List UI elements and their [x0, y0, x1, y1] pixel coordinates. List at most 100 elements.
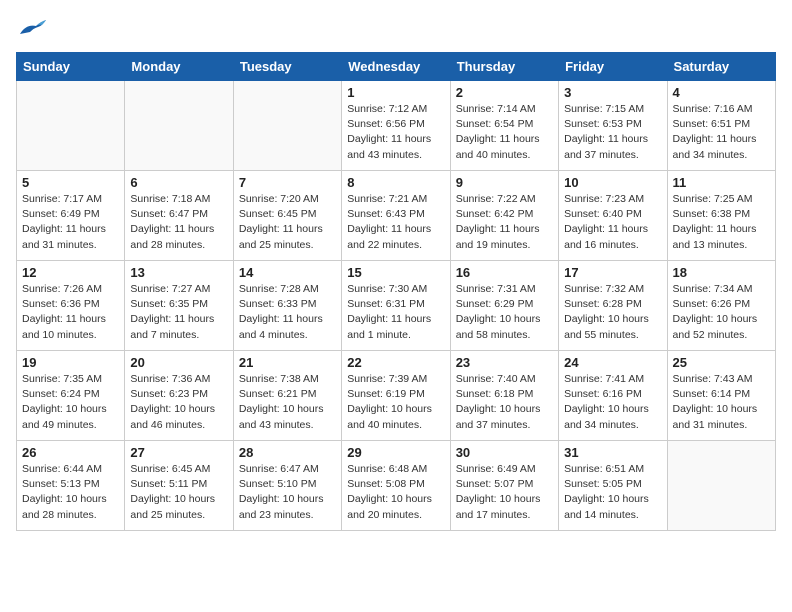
calendar-cell: 25 Sunrise: 7:43 AM Sunset: 6:14 PM Dayli…	[667, 351, 775, 441]
day-number: 24	[564, 355, 661, 370]
calendar-cell: 13 Sunrise: 7:27 AM Sunset: 6:35 PM Dayli…	[125, 261, 233, 351]
day-info: Sunrise: 7:14 AM Sunset: 6:54 PM Dayligh…	[456, 102, 553, 163]
calendar-cell: 2 Sunrise: 7:14 AM Sunset: 6:54 PM Daylig…	[450, 81, 558, 171]
day-info: Sunrise: 7:38 AM Sunset: 6:21 PM Dayligh…	[239, 372, 336, 433]
calendar-cell: 26Sunrise: 6:44 AM Sunset: 5:13 PM Dayli…	[17, 441, 125, 531]
day-number: 1	[347, 85, 444, 100]
day-info: Sunrise: 7:30 AM Sunset: 6:31 PM Dayligh…	[347, 282, 444, 343]
day-number: 8	[347, 175, 444, 190]
day-info: Sunrise: 7:41 AM Sunset: 6:16 PM Dayligh…	[564, 372, 661, 433]
calendar-cell: 15 Sunrise: 7:30 AM Sunset: 6:31 PM Dayli…	[342, 261, 450, 351]
day-info: Sunrise: 7:21 AM Sunset: 6:43 PM Dayligh…	[347, 192, 444, 253]
day-number: 11	[673, 175, 770, 190]
week-row-1: 1 Sunrise: 7:12 AM Sunset: 6:56 PM Daylig…	[17, 81, 776, 171]
day-info: Sunrise: 7:36 AM Sunset: 6:23 PM Dayligh…	[130, 372, 227, 433]
calendar-table: SundayMondayTuesdayWednesdayThursdayFrid…	[16, 52, 776, 531]
day-info: Sunrise: 7:25 AM Sunset: 6:38 PM Dayligh…	[673, 192, 770, 253]
calendar-cell: 7 Sunrise: 7:20 AM Sunset: 6:45 PM Daylig…	[233, 171, 341, 261]
calendar-cell: 17 Sunrise: 7:32 AM Sunset: 6:28 PM Dayli…	[559, 261, 667, 351]
day-number: 3	[564, 85, 661, 100]
day-number: 23	[456, 355, 553, 370]
day-info: Sunrise: 6:49 AM Sunset: 5:07 PM Dayligh…	[456, 462, 553, 523]
day-number: 20	[130, 355, 227, 370]
calendar-cell: 9 Sunrise: 7:22 AM Sunset: 6:42 PM Daylig…	[450, 171, 558, 261]
day-number: 18	[673, 265, 770, 280]
col-header-sunday: Sunday	[17, 53, 125, 81]
calendar-cell: 3 Sunrise: 7:15 AM Sunset: 6:53 PM Daylig…	[559, 81, 667, 171]
calendar-cell: 12 Sunrise: 7:26 AM Sunset: 6:36 PM Dayli…	[17, 261, 125, 351]
logo	[16, 16, 50, 40]
week-row-3: 12 Sunrise: 7:26 AM Sunset: 6:36 PM Dayli…	[17, 261, 776, 351]
calendar-cell: 5 Sunrise: 7:17 AM Sunset: 6:49 PM Daylig…	[17, 171, 125, 261]
day-number: 19	[22, 355, 119, 370]
day-number: 17	[564, 265, 661, 280]
day-info: Sunrise: 7:26 AM Sunset: 6:36 PM Dayligh…	[22, 282, 119, 343]
day-info: Sunrise: 7:15 AM Sunset: 6:53 PM Dayligh…	[564, 102, 661, 163]
calendar-cell: 8 Sunrise: 7:21 AM Sunset: 6:43 PM Daylig…	[342, 171, 450, 261]
col-header-thursday: Thursday	[450, 53, 558, 81]
day-info: Sunrise: 6:51 AM Sunset: 5:05 PM Dayligh…	[564, 462, 661, 523]
day-number: 13	[130, 265, 227, 280]
day-number: 22	[347, 355, 444, 370]
calendar-cell: 30 Sunrise: 6:49 AM Sunset: 5:07 PM Dayli…	[450, 441, 558, 531]
day-number: 7	[239, 175, 336, 190]
calendar-cell: 24 Sunrise: 7:41 AM Sunset: 6:16 PM Dayli…	[559, 351, 667, 441]
day-info: Sunrise: 6:47 AM Sunset: 5:10 PM Dayligh…	[239, 462, 336, 523]
page-header	[16, 16, 776, 40]
day-info: Sunrise: 6:44 AM Sunset: 5:13 PM Dayligh…	[22, 462, 119, 523]
day-number: 27	[130, 445, 227, 460]
day-number: 12	[22, 265, 119, 280]
day-info: Sunrise: 7:20 AM Sunset: 6:45 PM Dayligh…	[239, 192, 336, 253]
day-info: Sunrise: 7:23 AM Sunset: 6:40 PM Dayligh…	[564, 192, 661, 253]
day-number: 14	[239, 265, 336, 280]
day-info: Sunrise: 7:43 AM Sunset: 6:14 PM Dayligh…	[673, 372, 770, 433]
day-number: 21	[239, 355, 336, 370]
calendar-cell: 23 Sunrise: 7:40 AM Sunset: 6:18 PM Dayli…	[450, 351, 558, 441]
day-number: 16	[456, 265, 553, 280]
day-info: Sunrise: 7:40 AM Sunset: 6:18 PM Dayligh…	[456, 372, 553, 433]
calendar-cell: 10 Sunrise: 7:23 AM Sunset: 6:40 PM Dayli…	[559, 171, 667, 261]
day-info: Sunrise: 7:31 AM Sunset: 6:29 PM Dayligh…	[456, 282, 553, 343]
day-info: Sunrise: 7:12 AM Sunset: 6:56 PM Dayligh…	[347, 102, 444, 163]
calendar-header-row: SundayMondayTuesdayWednesdayThursdayFrid…	[17, 53, 776, 81]
calendar-cell: 1 Sunrise: 7:12 AM Sunset: 6:56 PM Daylig…	[342, 81, 450, 171]
day-info: Sunrise: 7:22 AM Sunset: 6:42 PM Dayligh…	[456, 192, 553, 253]
day-info: Sunrise: 7:16 AM Sunset: 6:51 PM Dayligh…	[673, 102, 770, 163]
col-header-wednesday: Wednesday	[342, 53, 450, 81]
calendar-cell: 14 Sunrise: 7:28 AM Sunset: 6:33 PM Dayli…	[233, 261, 341, 351]
calendar-cell	[667, 441, 775, 531]
day-number: 30	[456, 445, 553, 460]
calendar-cell: 4Sunrise: 7:16 AM Sunset: 6:51 PM Daylig…	[667, 81, 775, 171]
col-header-tuesday: Tuesday	[233, 53, 341, 81]
calendar-cell	[233, 81, 341, 171]
day-number: 5	[22, 175, 119, 190]
day-info: Sunrise: 7:27 AM Sunset: 6:35 PM Dayligh…	[130, 282, 227, 343]
day-info: Sunrise: 6:48 AM Sunset: 5:08 PM Dayligh…	[347, 462, 444, 523]
logo-icon	[16, 16, 48, 40]
calendar-cell: 20 Sunrise: 7:36 AM Sunset: 6:23 PM Dayli…	[125, 351, 233, 441]
day-info: Sunrise: 7:32 AM Sunset: 6:28 PM Dayligh…	[564, 282, 661, 343]
calendar-cell: 16 Sunrise: 7:31 AM Sunset: 6:29 PM Dayli…	[450, 261, 558, 351]
day-number: 9	[456, 175, 553, 190]
day-number: 2	[456, 85, 553, 100]
week-row-5: 26Sunrise: 6:44 AM Sunset: 5:13 PM Dayli…	[17, 441, 776, 531]
calendar-cell	[17, 81, 125, 171]
day-number: 25	[673, 355, 770, 370]
col-header-saturday: Saturday	[667, 53, 775, 81]
day-info: Sunrise: 7:17 AM Sunset: 6:49 PM Dayligh…	[22, 192, 119, 253]
col-header-monday: Monday	[125, 53, 233, 81]
calendar-cell: 19 Sunrise: 7:35 AM Sunset: 6:24 PM Dayli…	[17, 351, 125, 441]
calendar-cell: 21 Sunrise: 7:38 AM Sunset: 6:21 PM Dayli…	[233, 351, 341, 441]
day-info: Sunrise: 7:28 AM Sunset: 6:33 PM Dayligh…	[239, 282, 336, 343]
day-number: 10	[564, 175, 661, 190]
calendar-cell: 29Sunrise: 6:48 AM Sunset: 5:08 PM Dayli…	[342, 441, 450, 531]
day-info: Sunrise: 7:34 AM Sunset: 6:26 PM Dayligh…	[673, 282, 770, 343]
day-number: 15	[347, 265, 444, 280]
calendar-cell	[125, 81, 233, 171]
day-info: Sunrise: 7:39 AM Sunset: 6:19 PM Dayligh…	[347, 372, 444, 433]
calendar-cell: 27Sunrise: 6:45 AM Sunset: 5:11 PM Dayli…	[125, 441, 233, 531]
day-info: Sunrise: 7:18 AM Sunset: 6:47 PM Dayligh…	[130, 192, 227, 253]
day-number: 31	[564, 445, 661, 460]
day-info: Sunrise: 7:35 AM Sunset: 6:24 PM Dayligh…	[22, 372, 119, 433]
day-number: 28	[239, 445, 336, 460]
